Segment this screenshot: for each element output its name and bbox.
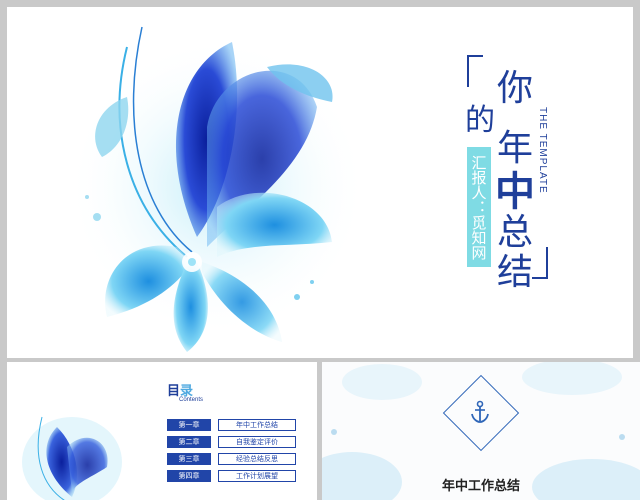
toc-chapter-label: 第一章 [167, 419, 211, 431]
subtitle-the-template: THE TEMPLATE [537, 107, 548, 194]
toc-row-3[interactable]: 第三章 经验总结反思 [167, 452, 296, 466]
title-bracket-left [467, 55, 483, 87]
toc-chapter-label: 第二章 [167, 436, 211, 448]
main-slide[interactable]: 你 的 年 中 总 结 THE TEMPLATE 汇报人：觅知网 [7, 7, 633, 358]
toc-chapter-label: 第四章 [167, 470, 211, 482]
blue-flower-illustration [67, 26, 367, 352]
toc-item-label: 经验总结反思 [218, 453, 296, 465]
toc-row-4[interactable]: 第四章 工作计划展望 [167, 469, 296, 483]
anchor-icon [471, 400, 489, 423]
title-char-de: 的 [465, 103, 495, 138]
title-bracket-right [532, 247, 548, 279]
section-title: 年中工作总结 [441, 479, 520, 494]
title-char-ni: 你 [497, 68, 534, 109]
toc-flower-illustration [22, 416, 122, 500]
reporter-badge: 汇报人：觅知网 [467, 147, 491, 267]
toc-chapter-label: 第三章 [167, 453, 211, 465]
toc-heading: 目录 Contents [167, 380, 203, 403]
toc-item-label: 工作计划展望 [218, 470, 296, 482]
toc-row-1[interactable]: 第一章 年中工作总结 [167, 418, 296, 432]
toc-heading-en: Contents [179, 397, 204, 403]
toc-slide[interactable]: 目录 Contents 第一章 年中工作总结 第二章 自我鉴定评价 第三章 经验… [7, 362, 317, 500]
section-slide[interactable]: 年中工作总结 [322, 362, 640, 500]
toc-item-label: 自我鉴定评价 [218, 436, 296, 448]
title-char-jie: 结 [497, 252, 534, 293]
toc-item-label: 年中工作总结 [218, 419, 296, 431]
toc-row-2[interactable]: 第二章 自我鉴定评价 [167, 435, 296, 449]
